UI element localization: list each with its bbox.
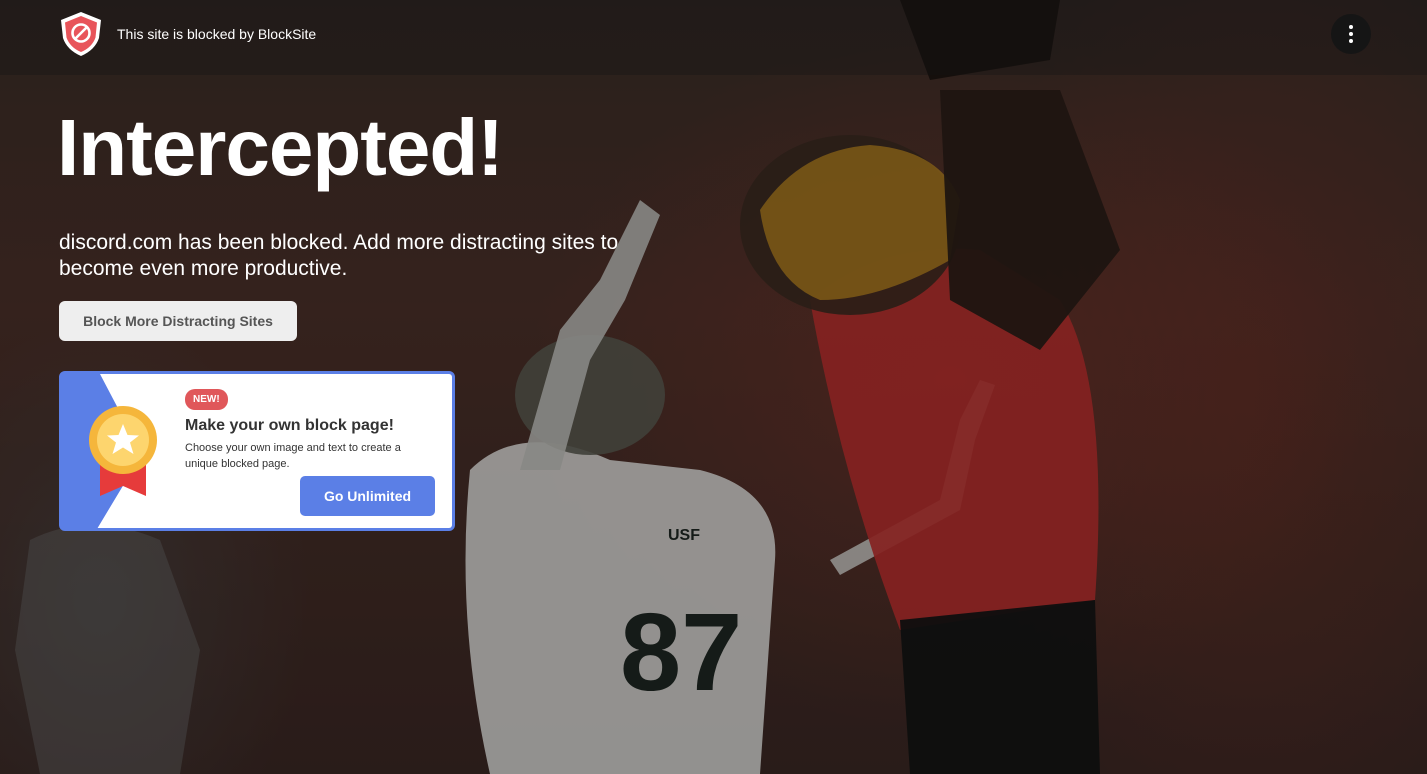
blocksite-shield-icon xyxy=(61,12,101,56)
promo-card: NEW! Make your own block page! Choose yo… xyxy=(59,371,455,531)
more-options-button[interactable] xyxy=(1331,14,1371,54)
blocked-message: discord.com has been blocked. Add more d… xyxy=(59,231,619,280)
blocked-by-text: This site is blocked by BlockSite xyxy=(117,26,317,42)
medal-star-icon xyxy=(89,406,157,496)
new-badge: NEW! xyxy=(185,389,228,410)
promo-description: Choose your own image and text to create… xyxy=(185,442,401,470)
more-vert-icon xyxy=(1349,25,1353,29)
page-title: Intercepted! xyxy=(57,103,504,192)
promo-title: Make your own block page! xyxy=(185,417,394,434)
blocked-page: 87 USF This site is blocked by BlockSite… xyxy=(0,0,1427,774)
top-bar: This site is blocked by BlockSite xyxy=(0,0,1427,75)
block-more-sites-button[interactable]: Block More Distracting Sites xyxy=(59,301,297,341)
go-unlimited-button[interactable]: Go Unlimited xyxy=(300,476,435,516)
